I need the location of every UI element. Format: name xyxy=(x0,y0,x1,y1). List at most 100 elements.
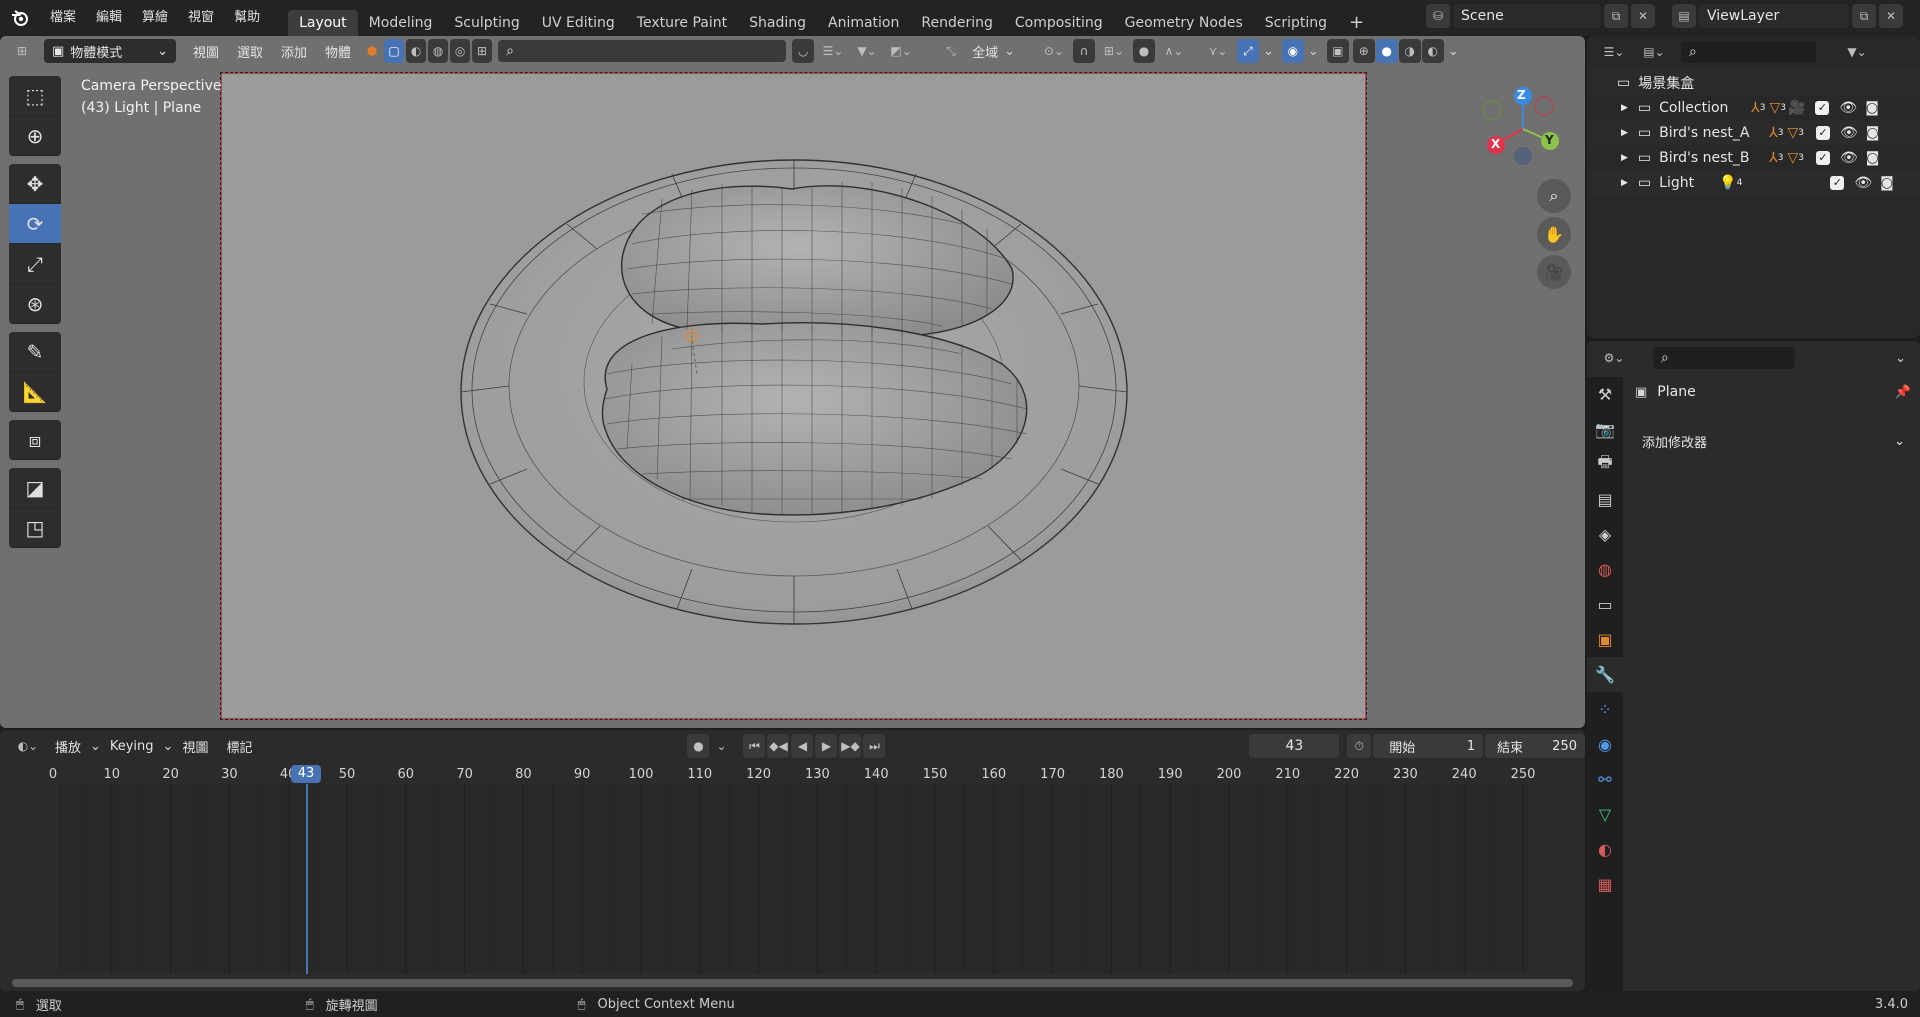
display-mode-icon[interactable]: ▤⌄ xyxy=(1637,40,1671,64)
tab-scripting[interactable]: Scripting xyxy=(1254,10,1338,36)
render-tab-icon[interactable]: 📷 xyxy=(1587,412,1623,447)
editor-type-icon[interactable]: ⊞ xyxy=(10,39,34,63)
eye-icon[interactable]: 👁 xyxy=(1840,125,1858,141)
output-tab-icon[interactable]: 🖶 xyxy=(1587,447,1623,482)
editor-type-icon[interactable]: ☰⌄ xyxy=(1597,40,1631,64)
menu-view[interactable]: 視圖 xyxy=(173,737,217,756)
move-tool-icon[interactable]: ✥ xyxy=(9,164,61,204)
data-tab-icon[interactable]: ▽ xyxy=(1587,797,1623,832)
pan-hand-icon[interactable]: ✋ xyxy=(1537,217,1571,251)
mode-selector[interactable]: ▣ 物體模式 ⌄ xyxy=(44,39,176,63)
solid-shading-icon[interactable]: ● xyxy=(1375,39,1398,63)
color-wheel-icon[interactable]: ⬢ xyxy=(362,39,382,63)
constraints-tab-icon[interactable]: ⚯ xyxy=(1587,762,1623,797)
menu-add[interactable]: 添加 xyxy=(272,42,316,61)
bevel-tool-icon[interactable]: ◪ xyxy=(9,468,61,508)
transform-pivot-icon[interactable]: ⤡ xyxy=(936,39,966,63)
eye-icon[interactable]: 👁 xyxy=(1854,175,1872,191)
add-cube-tool-icon[interactable]: ⧈ xyxy=(9,420,61,460)
menu-select[interactable]: 選取 xyxy=(228,42,272,61)
jump-end-icon[interactable]: ⏭ xyxy=(863,734,886,758)
menu-view[interactable]: 視圖 xyxy=(184,42,228,61)
xray-toggle-icon[interactable]: ▣ xyxy=(1326,39,1349,63)
outliner-search-input[interactable]: ⌕ xyxy=(1681,41,1816,63)
exclude-checkbox[interactable]: ✓ xyxy=(1815,150,1830,165)
filter-icon[interactable]: ▼⌄ xyxy=(1840,40,1874,64)
box-select-icon[interactable]: ▢ xyxy=(384,39,405,63)
shading-solid-icon[interactable]: ◐ xyxy=(406,39,427,63)
prev-keyframe-icon[interactable]: ◆◀ xyxy=(767,734,790,758)
add-workspace-icon[interactable]: + xyxy=(1338,10,1375,36)
outliner-row[interactable]: ▶ ▭ Light 💡 4 ✓ 👁 ◙ xyxy=(1587,170,1920,195)
orientation-label[interactable]: 全域 xyxy=(970,42,1000,61)
tab-sculpting[interactable]: Sculpting xyxy=(443,10,530,36)
menu-file[interactable]: 檔案 xyxy=(40,0,86,36)
menu-playback[interactable]: 播放 xyxy=(46,737,90,756)
eye-icon[interactable]: 👁 xyxy=(1840,150,1858,166)
exclude-checkbox[interactable]: ✓ xyxy=(1815,100,1830,115)
material-shading-icon[interactable]: ◑ xyxy=(1398,39,1421,63)
extra-icon[interactable]: ⊞ xyxy=(472,39,493,63)
texture-tab-icon[interactable]: ▦ xyxy=(1587,867,1623,902)
world-icon[interactable]: ◎ xyxy=(450,39,471,63)
snap-target-icon[interactable]: ⊞⌄ xyxy=(1099,39,1129,63)
outliner-scene-collection[interactable]: ▭ 場景集盒 xyxy=(1587,70,1920,95)
current-frame-field[interactable]: 43 xyxy=(1249,734,1340,758)
render-camera-icon[interactable]: ◙ xyxy=(1866,150,1880,166)
render-camera-icon[interactable]: ◙ xyxy=(1866,125,1880,141)
jump-start-icon[interactable]: ⏮ xyxy=(743,734,766,758)
overlay-edit-icon[interactable]: ◩⌄ xyxy=(886,39,916,63)
annotate-tool-icon[interactable]: ✎ xyxy=(9,332,61,372)
render-camera-icon[interactable]: ◙ xyxy=(1880,175,1894,191)
wireframe-shading-icon[interactable]: ⊕ xyxy=(1352,39,1375,63)
add-modifier-dropdown[interactable]: 添加修改器 ⌄ xyxy=(1634,429,1913,453)
view-layer-browse-icon[interactable]: ▤ xyxy=(1672,4,1696,28)
new-scene-icon[interactable]: ⧉ xyxy=(1604,4,1628,28)
overlays-toggle-icon[interactable]: ◉ xyxy=(1281,39,1304,63)
timeline[interactable]: ◐⌄ 播放 ⌄ Keying ⌄ 視圖 標記 ● ⌄ ⏮ ◆◀ ◀ ▶ ▶◆ ⏭ 4… xyxy=(0,730,1585,991)
tab-compositing[interactable]: Compositing xyxy=(1004,10,1114,36)
playhead-frame-badge[interactable]: 43 xyxy=(291,765,321,783)
scene-browse-icon[interactable]: ⛁ xyxy=(1426,4,1450,28)
stopwatch-icon[interactable]: ⏱ xyxy=(1347,734,1372,758)
snap-magnet-icon[interactable]: ∩ xyxy=(1072,39,1095,63)
view-layer-field[interactable]: ViewLayer xyxy=(1699,4,1849,28)
collection-tab-icon[interactable]: ▭ xyxy=(1587,587,1623,622)
modifier-wrench-icon[interactable]: 🔧 xyxy=(1587,657,1623,692)
play-icon[interactable]: ▶ xyxy=(815,734,838,758)
menu-render[interactable]: 算繪 xyxy=(132,0,178,36)
timeline-keyframe-area[interactable] xyxy=(58,784,1528,974)
timeline-ruler[interactable]: 0 10 20 30 40 50 60 70 80 90 100 110 120 130 140 150 160… xyxy=(0,764,1585,784)
editor-type-icon[interactable]: ◐⌄ xyxy=(10,734,46,758)
falloff-icon[interactable]: ∧⌄ xyxy=(1159,39,1189,63)
shear-tool-icon[interactable]: ◳ xyxy=(9,508,61,548)
outliner-row[interactable]: ▶ ▭ Collection ⅄ 3 ▽ 3 🎥 ✓ 👁 ◙ xyxy=(1587,95,1920,120)
tab-layout[interactable]: Layout xyxy=(288,10,358,36)
start-frame-field[interactable]: 開始 1 xyxy=(1373,734,1484,758)
material-tab-icon[interactable]: ◐ xyxy=(1587,832,1623,867)
viewport-search-input[interactable]: ⌕ xyxy=(498,40,787,62)
pivot-point-icon[interactable]: ⊙⌄ xyxy=(1039,39,1069,63)
rotate-tool-icon[interactable]: ⟳ xyxy=(9,204,61,244)
exclude-checkbox[interactable]: ✓ xyxy=(1815,125,1830,140)
cursor-tool-icon[interactable]: ⊕ xyxy=(9,116,61,156)
blender-logo-icon[interactable] xyxy=(0,0,40,36)
delete-scene-icon[interactable]: ✕ xyxy=(1631,4,1655,28)
playhead-line[interactable] xyxy=(306,784,308,974)
editor-type-icon[interactable]: ⚙⌄ xyxy=(1597,346,1631,370)
camera-view-icon[interactable]: 🎥 xyxy=(1537,255,1571,289)
view-layer-tab-icon[interactable]: ▤ xyxy=(1587,482,1623,517)
transform-tool-icon[interactable]: ⊛ xyxy=(9,284,61,324)
new-view-layer-icon[interactable]: ⧉ xyxy=(1852,4,1876,28)
tab-modeling[interactable]: Modeling xyxy=(358,10,444,36)
pin-icon[interactable]: 📌 xyxy=(1895,385,1911,400)
properties-search-input[interactable]: ⌕ xyxy=(1653,347,1795,369)
scale-tool-icon[interactable]: ⤢ xyxy=(9,244,61,284)
timeline-scrollbar[interactable] xyxy=(12,979,1573,987)
proportional-edit-icon[interactable]: ● xyxy=(1132,39,1155,63)
record-icon[interactable]: ● xyxy=(687,734,710,758)
tab-texture-paint[interactable]: Texture Paint xyxy=(626,10,738,36)
filter-icon[interactable]: ▼⌄ xyxy=(852,39,882,63)
scene-tab-icon[interactable]: ◈ xyxy=(1587,517,1623,552)
outliner-row[interactable]: ▶ ▭ Bird's nest_B ⅄ 3 ▽ 3 ✓ 👁 ◙ xyxy=(1587,145,1920,170)
